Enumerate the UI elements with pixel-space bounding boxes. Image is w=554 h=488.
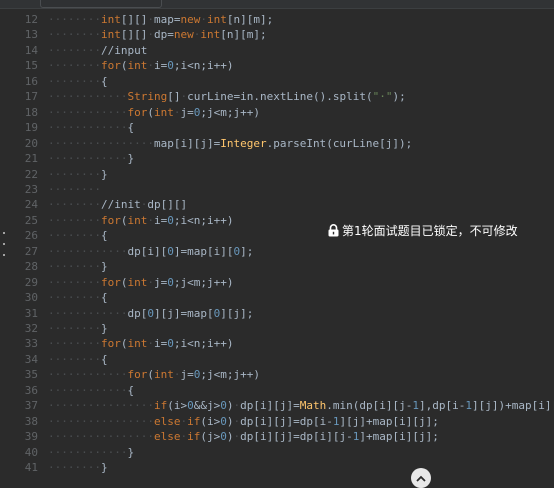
line-code: ········for(int·i=0;i<n;i++) — [48, 213, 234, 227]
line-code: ········for(int·i=0;i<n;i++) — [48, 337, 234, 351]
code-line[interactable]: 37 ················if(i>0&&j>0)·dp[i][j]=… — [0, 398, 554, 413]
line-code: ············{ — [48, 121, 135, 135]
line-number: 30 — [24, 291, 38, 305]
line-code: ················map[i][j]=Integer.parseI… — [48, 136, 413, 150]
line-code: ············dp[i][0]=map[i][0]; — [48, 244, 254, 258]
code-line[interactable]: 28 ········} — [0, 259, 554, 274]
line-code: ················else·if(j>0)·dp[i][j]=dp… — [48, 430, 439, 444]
line-number: 41 — [24, 461, 38, 475]
line-code: ············dp[0][j]=map[0][j]; — [48, 306, 254, 320]
code-line[interactable]: 36 ············{ — [0, 383, 554, 398]
line-number: 36 — [24, 383, 38, 397]
lock-icon — [328, 223, 339, 236]
code-line[interactable]: 15 ········for(int·i=0;i<n;i++) — [0, 58, 554, 73]
code-line[interactable]: 31 ············dp[0][j]=map[0][j]; — [0, 306, 554, 321]
code-line[interactable]: 20 ················map[i][j]=Integer.pars… — [0, 136, 554, 151]
line-code: ················else·if(i>0)·dp[i][j]=dp… — [48, 414, 439, 428]
line-code: ········} — [48, 461, 108, 475]
line-code: ········{ — [48, 74, 108, 88]
code-editor[interactable]: 12 ········int[][]·map=new·int[n][m]; 13 ··… — [0, 12, 554, 482]
code-line[interactable]: 39 ················else·if(j>0)·dp[i][j]=… — [0, 429, 554, 444]
line-code: ········{ — [48, 352, 108, 366]
line-number: 35 — [24, 368, 38, 382]
line-code: ········for(int·i=0;i<n;i++) — [48, 59, 234, 73]
line-code: ············} — [48, 152, 135, 166]
code-line[interactable]: 35 ············for(int·j=0;j<m;j++) — [0, 367, 554, 382]
code-line[interactable]: 30 ········{ — [0, 290, 554, 305]
line-number: 18 — [24, 105, 38, 119]
code-line[interactable]: 40 ············} — [0, 445, 554, 460]
code-line[interactable]: 12 ········int[][]·map=new·int[n][m]; — [0, 12, 554, 27]
code-line[interactable]: 34 ········{ — [0, 352, 554, 367]
line-number: 25 — [24, 213, 38, 227]
code-line[interactable]: 38 ················else·if(i>0)·dp[i][j]=… — [0, 414, 554, 429]
line-number: 32 — [24, 322, 38, 335]
code-line[interactable]: 29 ········for(int·j=0;j<m;j++) — [0, 275, 554, 290]
line-code: ············{ — [48, 383, 135, 397]
line-code: ············for(int·j=0;j<m;j++) — [48, 105, 260, 119]
line-number: 39 — [24, 430, 38, 444]
line-code: ········//input — [48, 43, 148, 57]
line-code: ········for(int·j=0;j<m;j++) — [48, 275, 234, 289]
line-number: 13 — [24, 28, 38, 42]
line-code: ········} — [48, 322, 108, 335]
line-number: 33 — [24, 337, 38, 351]
line-number: 22 — [24, 167, 38, 181]
code-line[interactable]: 41 ········} — [0, 460, 554, 475]
line-number: 14 — [24, 43, 38, 57]
code-line[interactable]: 18 ············for(int·j=0;j<m;j++) — [0, 105, 554, 120]
line-number: 29 — [24, 275, 38, 289]
code-line[interactable]: 33 ········for(int·i=0;i<n;i++) — [0, 336, 554, 351]
line-code: ········ — [48, 182, 101, 196]
code-line[interactable]: 24 ········//init·dp[][] — [0, 197, 554, 212]
locked-notice: 第1轮面试题目已锁定，不可修改 — [328, 222, 518, 238]
line-number: 23 — [24, 182, 38, 196]
code-line[interactable]: 21 ············} — [0, 151, 554, 166]
line-number: 20 — [24, 136, 38, 150]
line-number: 27 — [24, 244, 38, 258]
editor-tab[interactable] — [40, 0, 162, 8]
line-number: 37 — [24, 399, 38, 413]
line-number: 16 — [24, 74, 38, 88]
line-code: ················if(i>0&&j>0)·dp[i][j]=Ma… — [48, 399, 554, 413]
line-number: 21 — [24, 152, 38, 166]
locked-notice-text: 第1轮面试题目已锁定，不可修改 — [342, 223, 518, 238]
line-number: 19 — [24, 121, 38, 135]
line-code: ········//init·dp[][] — [48, 198, 188, 212]
line-number: 17 — [24, 90, 38, 104]
line-code: ············String[]·curLine=in.nextLine… — [48, 90, 406, 104]
code-line[interactable]: 13 ········int[][]·dp=new·int[n][m]; — [0, 27, 554, 42]
code-line[interactable]: 19 ············{ — [0, 120, 554, 135]
editor-tab-bar — [0, 0, 554, 9]
code-line[interactable]: 17 ············String[]·curLine=in.nextLi… — [0, 89, 554, 104]
line-number: 28 — [24, 260, 38, 274]
code-line[interactable]: 14 ········//input — [0, 43, 554, 58]
line-number: 26 — [24, 229, 38, 243]
line-code: ········{ — [48, 291, 108, 305]
line-code: ········int[][]·dp=new·int[n][m]; — [48, 28, 267, 42]
line-code: ········} — [48, 167, 108, 181]
line-code: ········{ — [48, 229, 108, 243]
code-line[interactable]: 23 ········ — [0, 182, 554, 197]
line-number: 38 — [24, 414, 38, 428]
line-code: ········int[][]·map=new·int[n][m]; — [48, 13, 274, 26]
line-code: ············for(int·j=0;j<m;j++) — [48, 368, 260, 382]
code-line[interactable]: 32 ········} — [0, 321, 554, 336]
line-number: 34 — [24, 352, 38, 366]
code-line[interactable]: 16 ········{ — [0, 74, 554, 89]
line-number: 31 — [24, 306, 38, 320]
chevron-up-icon — [416, 475, 426, 482]
line-code: ········} — [48, 260, 108, 274]
line-number: 24 — [24, 198, 38, 212]
scroll-up-button[interactable] — [411, 468, 431, 488]
line-number: 12 — [24, 13, 38, 26]
line-code: ············} — [48, 445, 135, 459]
line-number: 40 — [24, 445, 38, 459]
code-line[interactable]: 27 ············dp[i][0]=map[i][0]; — [0, 244, 554, 259]
code-line[interactable]: 22 ········} — [0, 167, 554, 182]
line-number: 15 — [24, 59, 38, 73]
